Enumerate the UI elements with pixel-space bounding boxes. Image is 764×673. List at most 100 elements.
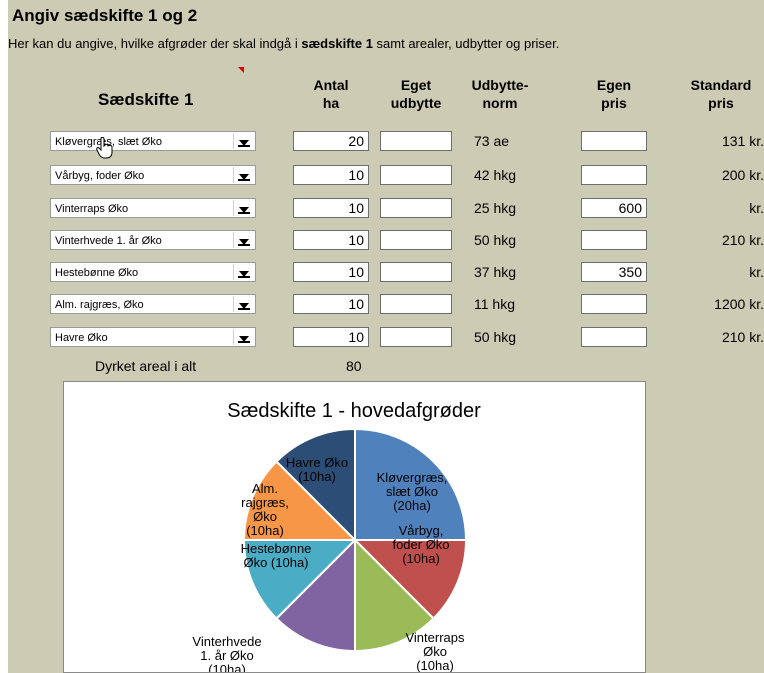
page-title: Angiv sædskifte 1 og 2: [12, 6, 198, 25]
yield-norm: 11 hkg: [474, 296, 515, 312]
yield-norm: 50 hkg: [474, 329, 517, 345]
subtitle-text-bold: sædskifte 1: [301, 36, 373, 51]
standard-price: kr.: [749, 264, 764, 280]
dropdown-arrow-icon[interactable]: [233, 264, 254, 280]
pie-slice-label-line: Øko: [423, 644, 447, 659]
own-price-input[interactable]: [581, 131, 647, 151]
hectare-input[interactable]: 10: [293, 327, 369, 347]
own-yield-input[interactable]: [380, 262, 452, 282]
own-price-input[interactable]: 600: [581, 198, 647, 218]
col-header-line: ha: [322, 95, 340, 111]
own-price-input[interactable]: [581, 230, 647, 250]
pie-slice-label-line: Øko (10ha): [243, 555, 308, 570]
hectare-input[interactable]: 10: [293, 294, 369, 314]
dropdown-arrow-icon[interactable]: [233, 133, 254, 149]
col-header-ha: Antal ha: [296, 76, 366, 112]
hectare-input[interactable]: 10: [293, 165, 369, 185]
dropdown-arrow-icon[interactable]: [233, 232, 254, 248]
col-header-line: Egen: [596, 77, 632, 93]
dropdown-arrow-icon[interactable]: [233, 200, 254, 216]
pie-slice-label-line: Kløvergræs,: [377, 470, 448, 485]
col-header-line: Standard: [690, 77, 752, 93]
own-price-input[interactable]: [581, 294, 647, 314]
pie-chart-svg: Sædskifte 1 - hovedafgrøder Kløvergræs, s…: [192, 400, 481, 673]
yield-norm: 50 hkg: [474, 232, 517, 248]
col-header-line: norm: [482, 95, 518, 111]
dropdown-arrow-icon[interactable]: [233, 329, 254, 345]
own-yield-input[interactable]: [380, 165, 452, 185]
crop-select-value: Vårbyg, foder Øko: [55, 170, 145, 182]
crop-row: Vårbyg, foder Øko 10 42 hkg 200 kr.: [8, 165, 764, 189]
col-header-own-price: Egen pris: [574, 76, 654, 112]
pie-slice-label-line: Øko: [253, 509, 277, 524]
comment-indicator[interactable]: [238, 67, 244, 73]
pie-slice-label-line: Vinterraps: [405, 630, 465, 645]
dropdown-arrow-icon[interactable]: [233, 296, 254, 312]
spreadsheet-area: Angiv sædskifte 1 og 2 Her kan du angive…: [8, 0, 764, 673]
standard-price: 210 kr.: [721, 329, 764, 345]
pie-slice-label-line: (10ha): [246, 523, 284, 538]
crop-select-value: Vinterhvede 1. år Øko: [55, 235, 162, 247]
crop-row: Alm. rajgræs, Øko 10 11 hkg 1200 kr.: [8, 294, 764, 318]
own-price-input[interactable]: [581, 165, 647, 185]
pie-slice-label: Hestebønne Øko (10ha): [241, 541, 312, 570]
own-yield-input[interactable]: [380, 327, 452, 347]
col-header-own-yield: Eget udbytte: [376, 76, 456, 112]
crop-row: Havre Øko 10 50 hkg 210 kr.: [8, 327, 764, 351]
crop-select-value: Havre Øko: [55, 332, 108, 344]
total-area-value: 80: [346, 358, 362, 374]
crop-row: Vinterraps Øko 10 25 hkg 600 kr.: [8, 198, 764, 222]
crop-select[interactable]: Vinterhvede 1. år Øko: [50, 230, 256, 250]
col-header-standard-price: Standard pris: [676, 76, 764, 112]
crop-select[interactable]: Alm. rajgræs, Øko: [50, 294, 256, 314]
dropdown-arrow-icon[interactable]: [233, 167, 254, 183]
crop-select-value: Hestebønne Øko: [55, 267, 139, 279]
hectare-input[interactable]: 20: [293, 131, 369, 151]
crop-row: Hestebønne Øko 10 37 hkg 350 kr.: [8, 262, 764, 286]
pie-slice-label-line: rajgræs,: [241, 495, 289, 510]
hectare-input[interactable]: 10: [293, 262, 369, 282]
pie-slice-label-line: (10ha): [298, 469, 336, 484]
own-price-input[interactable]: [581, 327, 647, 347]
crop-row: Kløvergræs, slæt Øko 20 73 ae 131 kr.: [8, 131, 764, 155]
own-yield-input[interactable]: [380, 294, 452, 314]
rotation-title: Sædskifte 1: [98, 90, 194, 109]
yield-norm: 73 ae: [474, 133, 510, 149]
crop-select[interactable]: Vinterraps Øko: [50, 198, 256, 218]
pie-chart[interactable]: Sædskifte 1 - hovedafgrøder Kløvergræs, s…: [63, 381, 646, 673]
own-yield-input[interactable]: [380, 230, 452, 250]
hectare-input[interactable]: 10: [293, 198, 369, 218]
own-price-input[interactable]: 350: [581, 262, 647, 282]
hectare-input[interactable]: 10: [293, 230, 369, 250]
col-header-line: udbytte: [390, 95, 442, 111]
col-header-line: Antal: [313, 77, 349, 93]
crop-select[interactable]: Vårbyg, foder Øko: [50, 165, 256, 185]
own-yield-input[interactable]: [380, 131, 452, 151]
crop-select[interactable]: Kløvergræs, slæt Øko: [50, 131, 256, 151]
pie-slice-label-line: (10ha): [208, 662, 246, 673]
pie-slice-label-line: Havre Øko: [286, 455, 348, 470]
chart-title: Sædskifte 1 - hovedafgrøder: [227, 400, 481, 422]
pie-slice-label-line: foder Øko: [392, 537, 449, 552]
pie-slice-label-line: (20ha): [393, 498, 431, 513]
pie-slice-label-line: Vårbyg,: [399, 523, 444, 538]
col-header-line: pris: [708, 95, 734, 111]
pie-slice-label: Vinterhvede 1. år Øko (10ha): [192, 634, 261, 673]
pie-slice-label-line: Hestebønne: [241, 541, 312, 556]
standard-price: 1200 kr.: [714, 296, 764, 312]
own-yield-input[interactable]: [380, 198, 452, 218]
yield-norm: 25 hkg: [474, 200, 517, 216]
subtitle-text-end: samt arealer, udbytter og priser.: [372, 36, 560, 51]
crop-select[interactable]: Hestebønne Øko: [50, 262, 256, 282]
pie-slice-label-line: Alm.: [252, 481, 278, 496]
crop-select[interactable]: Havre Øko: [50, 327, 256, 347]
hand-cursor-icon: [96, 136, 114, 164]
col-header-line: Eget: [400, 77, 432, 93]
pie-slice-label-line: Vinterhvede: [192, 634, 261, 649]
pie-slice-label-line: (10ha): [402, 551, 440, 566]
col-header-line: Udbytte-: [471, 77, 529, 93]
pie-slice-label-line: 1. år Øko: [200, 648, 253, 663]
total-area-label: Dyrket areal i alt: [95, 358, 197, 374]
pie-slice-label-line: slæt Øko: [386, 484, 438, 499]
crop-select-value: Vinterraps Øko: [55, 203, 129, 215]
